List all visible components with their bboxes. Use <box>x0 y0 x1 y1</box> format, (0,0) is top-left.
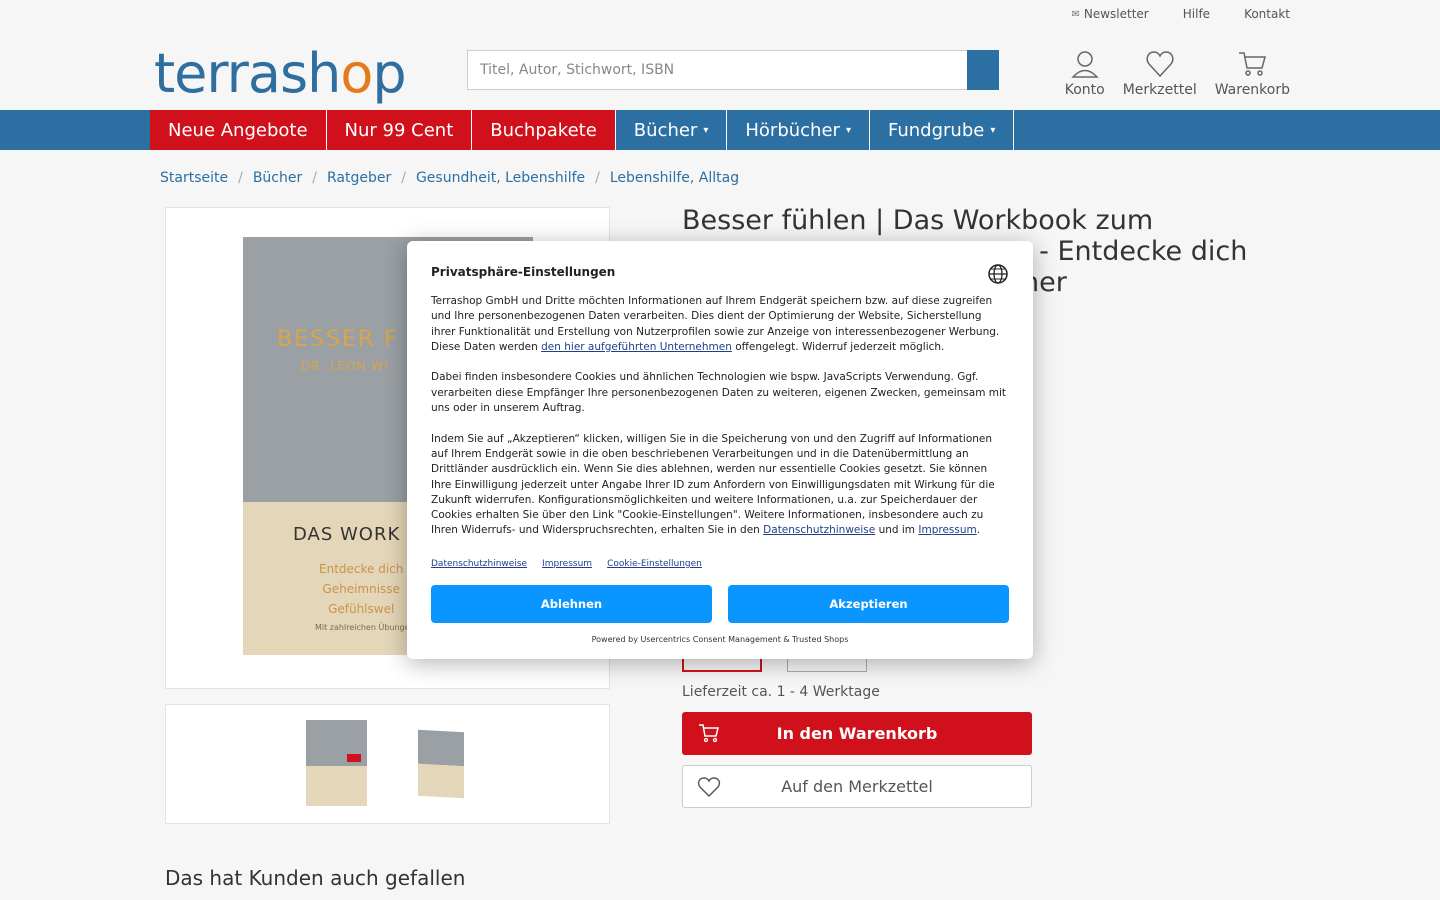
add-to-wishlist-button[interactable]: Auf den Merkzettel <box>682 765 1032 808</box>
imprint-link[interactable]: Impressum <box>918 524 976 536</box>
nav-items: Neue Angebote Nur 99 Cent Buchpakete Büc… <box>150 110 1015 150</box>
newsletter-link[interactable]: ✉ Newsletter <box>1071 7 1148 21</box>
breadcrumb-item[interactable]: Ratgeber <box>327 170 391 186</box>
nav-item-buchpakete[interactable]: Buchpakete <box>472 110 616 150</box>
top-utility-bar: ✉ Newsletter Hilfe Kontakt <box>0 0 1440 30</box>
nav-item-neue-angebote[interactable]: Neue Angebote <box>150 110 327 150</box>
wishlist-link[interactable]: Merkzettel <box>1123 50 1197 98</box>
heart-icon <box>697 777 721 797</box>
nav-item-hoerbuecher[interactable]: Hörbücher ▾ <box>727 110 870 150</box>
deny-button[interactable]: Ablehnen <box>431 585 712 623</box>
delivery-time: Lieferzeit ca. 1 - 4 Werktage <box>682 684 880 700</box>
breadcrumb-separator: / <box>238 170 243 186</box>
main-navigation: Neue Angebote Nur 99 Cent Buchpakete Büc… <box>0 110 1440 150</box>
language-globe-icon[interactable] <box>987 263 1009 285</box>
heart-icon <box>1146 51 1174 78</box>
account-link[interactable]: Konto <box>1065 50 1105 98</box>
cart-icon <box>1239 52 1267 76</box>
search-input[interactable] <box>467 50 967 90</box>
caret-down-icon: ▾ <box>703 124 709 136</box>
privacy-link[interactable]: Datenschutzhinweise <box>763 524 875 536</box>
nav-item-buecher[interactable]: Bücher ▾ <box>616 110 728 150</box>
consent-text: Terrashop GmbH und Dritte möchten Inform… <box>431 295 1007 537</box>
add-to-cart-button[interactable]: In den Warenkorb <box>682 712 1032 755</box>
utility-links: ✉ Newsletter Hilfe Kontakt <box>1071 7 1290 21</box>
privacy-notice-link[interactable]: Datenschutzhinweise <box>431 559 527 569</box>
breadcrumb-item[interactable]: Gesundheit, Lebenshilfe <box>416 170 585 186</box>
consent-heading: Privatsphäre-Einstellungen <box>431 265 616 279</box>
envelope-icon: ✉ <box>1071 8 1080 20</box>
user-icon <box>1071 51 1099 78</box>
breadcrumb-item[interactable]: Lebenshilfe, Alltag <box>610 170 739 186</box>
terrashop-logo[interactable]: terrashop <box>154 44 407 104</box>
companies-link[interactable]: den hier aufgeführten Unternehmen <box>541 341 732 353</box>
thumbnail-front[interactable] <box>306 720 367 806</box>
related-products-heading: Das hat Kunden auch gefallen <box>165 866 466 890</box>
search-button[interactable] <box>967 50 999 90</box>
help-link[interactable]: Hilfe <box>1179 7 1210 21</box>
thumbnail-3d[interactable] <box>418 729 464 799</box>
consent-dialog: Privatsphäre-Einstellungen Terrashop Gmb… <box>407 241 1033 659</box>
cookie-settings-link[interactable]: Cookie-Einstellungen <box>607 559 702 569</box>
contact-link[interactable]: Kontakt <box>1240 7 1290 21</box>
caret-down-icon: ▾ <box>845 124 851 136</box>
breadcrumb-separator: / <box>312 170 317 186</box>
imprint-footer-link[interactable]: Impressum <box>542 559 592 569</box>
nav-item-nur-99-cent[interactable]: Nur 99 Cent <box>326 110 473 150</box>
header-icons: Konto Merkzettel Warenkorb <box>1065 50 1290 98</box>
site-header: terrashop Konto Merkzettel Warenkorb <box>0 30 1440 110</box>
cart-link[interactable]: Warenkorb <box>1215 50 1290 98</box>
cart-icon <box>699 724 719 743</box>
breadcrumb-separator: / <box>595 170 600 186</box>
thumbnail-strip <box>165 704 610 824</box>
breadcrumb-item[interactable]: Bücher <box>253 170 302 186</box>
nav-item-fundgrube[interactable]: Fundgrube ▾ <box>870 110 1015 150</box>
accept-button[interactable]: Akzeptieren <box>728 585 1009 623</box>
breadcrumb: Startseite / Bücher / Ratgeber / Gesundh… <box>160 170 739 186</box>
consent-footer-links: Datenschutzhinweise Impressum Cookie-Ein… <box>431 559 702 569</box>
breadcrumb-item[interactable]: Startseite <box>160 170 228 186</box>
powered-by-text: Powered by Usercentrics Consent Manageme… <box>591 635 849 644</box>
search-bar <box>467 50 999 90</box>
breadcrumb-separator: / <box>401 170 406 186</box>
caret-down-icon: ▾ <box>990 124 996 136</box>
